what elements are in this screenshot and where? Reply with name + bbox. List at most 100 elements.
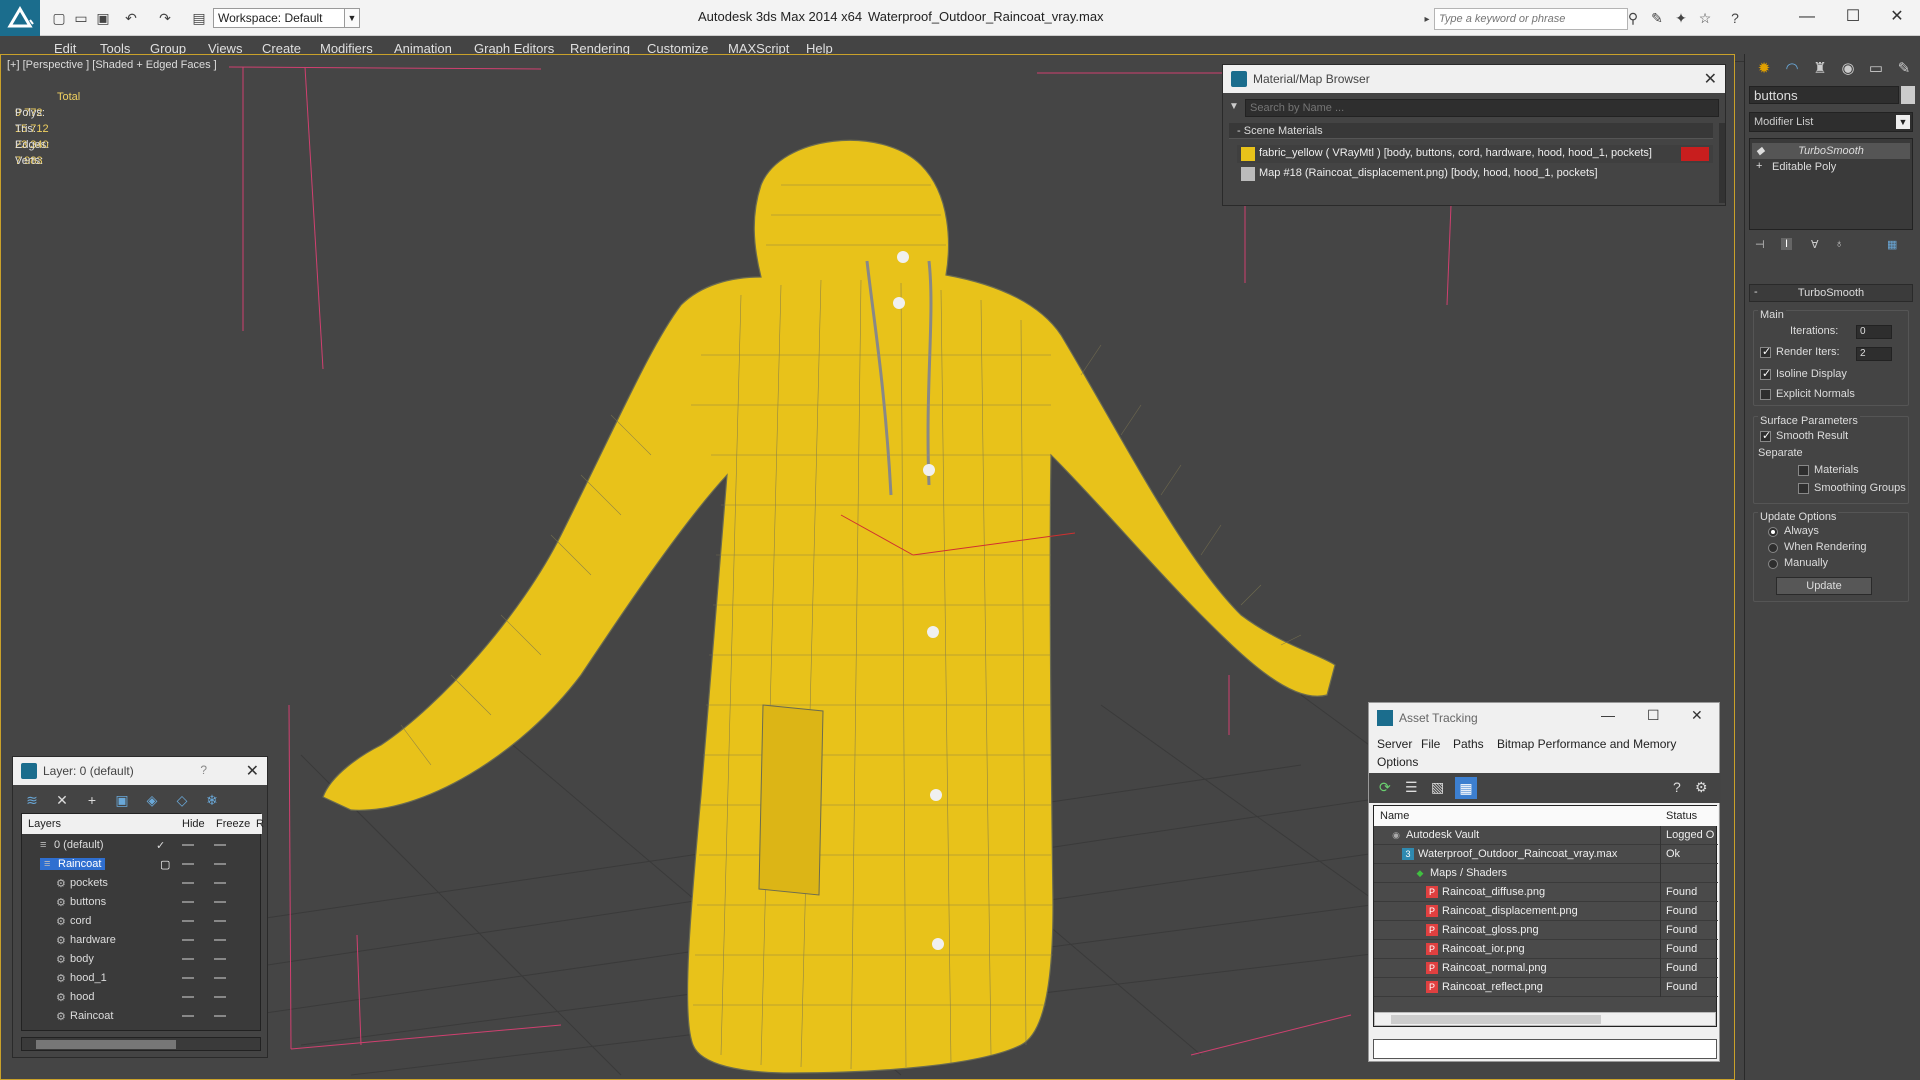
- hide-toggle[interactable]: [182, 901, 194, 903]
- freeze-all-layers-icon[interactable]: ❄: [203, 791, 221, 809]
- column-name[interactable]: Name: [1380, 810, 1409, 822]
- layer-horizontal-scrollbar[interactable]: [21, 1037, 261, 1051]
- close-icon[interactable]: ✕: [1704, 69, 1717, 89]
- layer-row[interactable]: ⚙ Raincoat: [22, 1007, 262, 1026]
- freeze-toggle[interactable]: [214, 958, 226, 960]
- update-button[interactable]: Update: [1776, 577, 1872, 595]
- hide-toggle[interactable]: [182, 882, 194, 884]
- modify-tab-icon[interactable]: ◠: [1781, 58, 1803, 80]
- favorites-icon[interactable]: ✦: [1672, 9, 1690, 27]
- column-status[interactable]: Status: [1666, 810, 1697, 822]
- object-name-input[interactable]: [1749, 86, 1899, 104]
- object-color-swatch[interactable]: [1901, 86, 1915, 104]
- column-layers[interactable]: Layers: [28, 818, 61, 830]
- menu-file[interactable]: File: [1421, 737, 1440, 751]
- set-current-layer-icon[interactable]: ▢: [156, 858, 174, 871]
- menu-bitmap-performance[interactable]: Bitmap Performance and Memory: [1497, 737, 1676, 751]
- scrollbar-thumb[interactable]: [36, 1040, 176, 1049]
- communication-center-icon[interactable]: ✎: [1648, 9, 1666, 27]
- expand-plus-icon[interactable]: +: [1756, 160, 1762, 172]
- configure-sets-icon[interactable]: ▦: [1887, 238, 1897, 251]
- layer-name[interactable]: cord: [70, 915, 91, 927]
- freeze-toggle[interactable]: [214, 844, 226, 846]
- asset-horizontal-scrollbar[interactable]: [1374, 1012, 1716, 1026]
- make-unique-icon[interactable]: ∀: [1811, 238, 1819, 251]
- menu-paths[interactable]: Paths: [1453, 737, 1484, 751]
- layer-row[interactable]: ⚙ hardware: [22, 931, 262, 950]
- separate-materials-checkbox[interactable]: [1798, 465, 1809, 476]
- viewport-label[interactable]: [+] [Perspective ] [Shaded + Edged Faces…: [7, 59, 217, 71]
- layers-icon[interactable]: ≋: [23, 791, 41, 809]
- save-icon[interactable]: ▣: [94, 9, 112, 27]
- close-icon[interactable]: ✕: [1691, 707, 1703, 724]
- workspace-select[interactable]: Workspace: Default: [213, 8, 345, 28]
- layer-name[interactable]: buttons: [70, 896, 106, 908]
- freeze-toggle[interactable]: [214, 920, 226, 922]
- refresh-icon[interactable]: ⟳: [1379, 779, 1391, 796]
- menu-options[interactable]: Options: [1377, 755, 1418, 769]
- when-rendering-radio[interactable]: [1768, 543, 1778, 553]
- freeze-toggle[interactable]: [214, 939, 226, 941]
- asset-row[interactable]: P Raincoat_ior.png Found: [1374, 940, 1718, 959]
- help-icon[interactable]: ?: [1726, 9, 1744, 27]
- layer-name[interactable]: pockets: [70, 877, 108, 889]
- active-layer-check-icon[interactable]: ✓: [156, 839, 165, 852]
- layer-row[interactable]: ≡ Raincoat ▢: [22, 855, 262, 874]
- asset-path-field[interactable]: [1373, 1039, 1717, 1059]
- layer-name[interactable]: Raincoat: [54, 858, 106, 870]
- binoculars-icon[interactable]: ⚲: [1624, 9, 1642, 27]
- menu-server[interactable]: Server: [1377, 737, 1412, 751]
- collapse-minus-icon[interactable]: -: [1754, 286, 1758, 298]
- delete-layer-icon[interactable]: ✕: [53, 791, 71, 809]
- layer-row[interactable]: ⚙ hood_1: [22, 969, 262, 988]
- turbosmooth-rollout-header[interactable]: - TurboSmooth: [1749, 284, 1913, 302]
- hide-toggle[interactable]: [182, 958, 194, 960]
- manually-radio[interactable]: [1768, 559, 1778, 569]
- layer-name[interactable]: hood_1: [70, 972, 107, 984]
- layer-row[interactable]: ⚙ body: [22, 950, 262, 969]
- freeze-toggle[interactable]: [214, 1015, 226, 1017]
- select-in-layer-icon[interactable]: ▣: [113, 791, 131, 809]
- material-search-input[interactable]: [1245, 99, 1719, 117]
- explicit-normals-checkbox[interactable]: [1760, 389, 1771, 400]
- hide-toggle[interactable]: [182, 939, 194, 941]
- new-layer-icon[interactable]: +: [83, 791, 101, 809]
- keyword-search-input[interactable]: [1434, 8, 1628, 30]
- highlight-layer-icon[interactable]: ◈: [143, 791, 161, 809]
- asset-row[interactable]: P Raincoat_gloss.png Found: [1374, 921, 1718, 940]
- hide-all-layers-icon[interactable]: ◇: [173, 791, 191, 809]
- asset-row[interactable]: P Raincoat_normal.png Found: [1374, 959, 1718, 978]
- remove-modifier-icon[interactable]: ♁: [1835, 238, 1843, 250]
- asset-row[interactable]: 3 Waterproof_Outdoor_Raincoat_vray.max Ok: [1374, 845, 1718, 864]
- scene-materials-section[interactable]: - Scene Materials: [1229, 123, 1713, 139]
- hide-toggle[interactable]: [182, 844, 194, 846]
- hide-toggle[interactable]: [182, 996, 194, 998]
- layer-name[interactable]: hardware: [70, 934, 116, 946]
- search-options-dropdown-icon[interactable]: ▼: [1229, 101, 1239, 112]
- asset-row[interactable]: ◉ Autodesk Vault Logged O: [1374, 826, 1718, 845]
- hide-toggle[interactable]: [182, 1015, 194, 1017]
- layer-row[interactable]: ⚙ buttons: [22, 893, 262, 912]
- motion-tab-icon[interactable]: ◉: [1837, 58, 1859, 80]
- iterations-spinner[interactable]: 0: [1856, 325, 1892, 339]
- close-icon[interactable]: ✕: [246, 761, 259, 781]
- display-tab-icon[interactable]: ▭: [1865, 58, 1887, 80]
- asset-row[interactable]: P Raincoat_displacement.png Found: [1374, 902, 1718, 921]
- minimize-icon[interactable]: —: [1784, 4, 1830, 30]
- asset-row[interactable]: P Raincoat_diffuse.png Found: [1374, 883, 1718, 902]
- table-view-icon[interactable]: ▦: [1455, 777, 1477, 799]
- render-iters-checkbox[interactable]: [1760, 345, 1771, 358]
- create-tab-icon[interactable]: ✹: [1753, 58, 1775, 80]
- thumbnail-view-icon[interactable]: ▧: [1431, 779, 1444, 796]
- list-view-icon[interactable]: ☰: [1405, 779, 1418, 796]
- stack-item-editable-poly[interactable]: + Editable Poly: [1752, 159, 1910, 175]
- star-icon[interactable]: ☆: [1696, 9, 1714, 27]
- help-icon[interactable]: ?: [1673, 779, 1681, 795]
- settings-icon[interactable]: ⚙: [1695, 779, 1708, 796]
- pin-stack-icon[interactable]: ⊣: [1755, 238, 1765, 251]
- material-row[interactable]: Map #18 (Raincoat_displacement.png) [bod…: [1237, 165, 1713, 183]
- workspace-dropdown-icon[interactable]: ▼: [344, 8, 360, 28]
- hide-toggle[interactable]: [182, 863, 194, 865]
- app-logo-icon[interactable]: [0, 0, 40, 36]
- scrollbar-thumb[interactable]: [1391, 1015, 1601, 1024]
